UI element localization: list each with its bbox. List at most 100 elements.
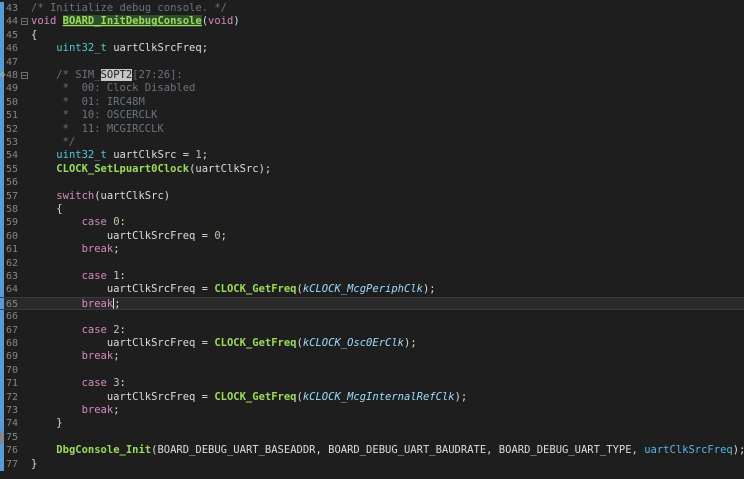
code-text[interactable]: case 3:: [31, 377, 126, 390]
code-text[interactable]: uint32_t uartClkSrc = 1;: [31, 149, 208, 162]
code-line[interactable]: 54 uint32_t uartClkSrc = 1;: [0, 149, 744, 163]
code-line[interactable]: 76 DbgConsole_Init(BOARD_DEBUG_UART_BASE…: [0, 444, 744, 458]
code-token: ;: [113, 243, 120, 256]
code-line[interactable]: 72 uartClkSrcFreq = CLOCK_GetFreq(kCLOCK…: [0, 390, 744, 404]
code-text[interactable]: uartClkSrcFreq = CLOCK_GetFreq(kCLOCK_Mc…: [31, 283, 436, 296]
code-line[interactable]: 43 /* Initialize debug console. */: [0, 2, 744, 16]
code-line[interactable]: 71 case 3:: [0, 377, 744, 391]
code-token: :: [119, 270, 126, 282]
code-token: kCLOCK_McgInternalRefClk: [302, 390, 455, 403]
code-token: kCLOCK_Osc0ErClk: [302, 337, 404, 349]
code-line[interactable]: 45 {: [0, 28, 744, 43]
code-text[interactable]: break;: [31, 404, 120, 417]
code-line[interactable]: 56: [0, 176, 744, 190]
code-line[interactable]: 73 break;: [0, 404, 744, 418]
line-number: 73: [6, 405, 19, 416]
line-number: 72: [6, 391, 19, 403]
code-line[interactable]: 55 CLOCK_SetLpuart0Clock(uartClkSrc);: [0, 162, 744, 177]
code-token: :: [119, 323, 126, 336]
code-token: case: [81, 270, 107, 282]
code-line[interactable]: 49 * 00: Clock Disabled: [0, 82, 744, 96]
code-line[interactable]: 53 */: [0, 136, 744, 150]
code-line[interactable]: 64 uartClkSrcFreq = CLOCK_GetFreq(kCLOCK…: [0, 283, 744, 297]
code-line[interactable]: 61 break;: [0, 243, 744, 257]
code-token: ): [233, 15, 240, 28]
code-line[interactable]: 68 uartClkSrcFreq = CLOCK_GetFreq(kCLOCK…: [0, 337, 744, 351]
code-line[interactable]: 47: [0, 55, 744, 69]
code-text[interactable]: DbgConsole_Init(BOARD_DEBUG_UART_BASEADD…: [31, 444, 744, 457]
change-marker: [0, 404, 4, 418]
line-number: 45: [6, 29, 19, 41]
code-line[interactable]: 69 break;: [0, 350, 744, 364]
line-number: 51: [6, 110, 19, 122]
code-text[interactable]: switch(uartClkSrc): [31, 190, 170, 203]
code-line[interactable]: 70: [0, 363, 744, 378]
code-token: /* SIM_: [56, 69, 101, 81]
code-text[interactable]: uint32_t uartClkSrcFreq;: [31, 42, 208, 55]
line-number: 47: [6, 56, 19, 68]
code-text[interactable]: }: [31, 458, 37, 471]
code-line[interactable]: 65 break;: [0, 296, 744, 311]
change-marker: [0, 243, 4, 257]
code-text[interactable]: case 0:: [31, 216, 126, 229]
code-line[interactable]: 46 uint32_t uartClkSrcFreq;: [0, 42, 744, 56]
code-text[interactable]: uartClkSrcFreq = CLOCK_GetFreq(kCLOCK_Os…: [31, 337, 417, 350]
code-text[interactable]: break;: [31, 350, 120, 363]
code-token: */: [31, 136, 76, 148]
code-token: case: [81, 216, 107, 229]
code-line[interactable]: 52 * 11: MCGIRCCLK: [0, 122, 744, 136]
code-token: switch: [56, 189, 95, 202]
code-line[interactable]: 50 * 01: IRC48M: [0, 95, 744, 110]
code-line[interactable]: 74 }: [0, 417, 744, 431]
change-marker: [0, 216, 4, 230]
change-marker: [0, 122, 4, 136]
code-text[interactable]: * 00: Clock Disabled: [31, 82, 196, 95]
code-text[interactable]: }: [31, 417, 62, 430]
code-text[interactable]: {: [31, 203, 62, 216]
code-line[interactable]: 66: [0, 310, 744, 324]
fold-toggle-icon[interactable]: −: [21, 72, 28, 80]
code-token: CLOCK_GetFreq: [214, 283, 297, 296]
change-marker: [0, 15, 4, 29]
code-text[interactable]: uartClkSrcFreq = 0;: [31, 230, 227, 243]
code-text[interactable]: CLOCK_SetLpuart0Clock(uartClkSrc);: [31, 163, 271, 176]
code-line[interactable]: 75: [0, 430, 744, 445]
code-text[interactable]: uartClkSrcFreq = CLOCK_GetFreq(kCLOCK_Mc…: [31, 391, 467, 404]
code-text[interactable]: /* SIM_SOPT2[27:26]:: [31, 69, 183, 82]
code-text[interactable]: {: [31, 29, 37, 42]
code-line[interactable]: 67 case 2:: [0, 323, 744, 337]
code-text[interactable]: * 11: MCGIRCCLK: [31, 123, 164, 136]
code-line[interactable]: 51 * 10: OSCERCLK: [0, 109, 744, 123]
code-line[interactable]: 60 uartClkSrcFreq = 0;: [0, 229, 744, 244]
code-token: (uartClkSrc);: [189, 162, 272, 175]
code-text[interactable]: break;: [31, 243, 120, 256]
code-line[interactable]: 63 case 1:: [0, 270, 744, 284]
code-line[interactable]: 57 switch(uartClkSrc): [0, 189, 744, 203]
code-text[interactable]: void BOARD_InitDebugConsole(void): [31, 15, 240, 28]
line-number: 52: [6, 123, 19, 135]
code-line[interactable]: 59 case 0:: [0, 216, 744, 230]
change-marker: [0, 377, 4, 391]
code-text[interactable]: /* Initialize debug console. */: [31, 2, 227, 15]
code-token: uartClkSrcFreq =: [31, 390, 215, 403]
line-number: 77: [6, 458, 19, 470]
line-number: 49: [6, 83, 19, 95]
code-text[interactable]: * 01: IRC48M: [31, 96, 145, 109]
code-text[interactable]: case 2:: [31, 324, 126, 337]
line-number: 46: [6, 43, 19, 55]
fold-toggle-icon[interactable]: −: [21, 18, 28, 26]
code-line[interactable]: ◇ 48− /* SIM_SOPT2[27:26]:: [0, 69, 744, 83]
code-line[interactable]: 62: [0, 256, 744, 270]
change-marker: [0, 136, 4, 150]
code-text[interactable]: break;: [31, 297, 121, 311]
code-text[interactable]: case 1:: [31, 270, 126, 283]
change-marker: [0, 28, 4, 43]
code-text[interactable]: */: [31, 136, 76, 149]
code-line[interactable]: 77}: [0, 457, 744, 471]
code-text[interactable]: * 10: OSCERCLK: [31, 109, 158, 122]
code-line[interactable]: 58 {: [0, 203, 744, 217]
code-editor[interactable]: 43/* Initialize debug console. */44− void…: [0, 0, 744, 479]
code-line[interactable]: 44− void BOARD_InitDebugConsole(void): [0, 15, 744, 29]
